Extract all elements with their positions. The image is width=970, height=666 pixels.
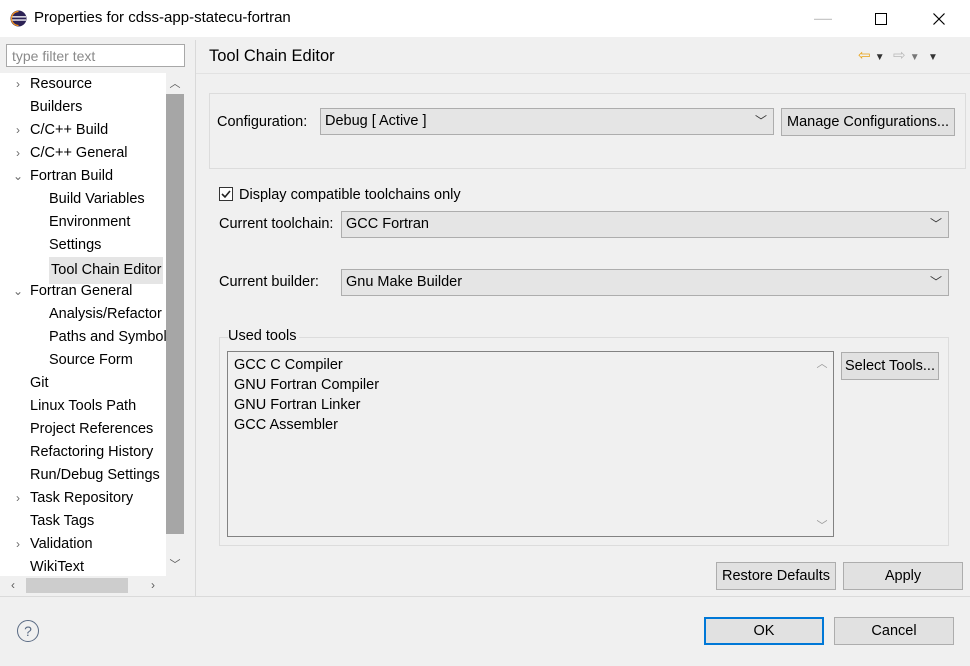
tree-item-label: Project References	[30, 421, 154, 437]
chevron-down-icon: ﹀	[929, 275, 942, 289]
forward-arrow-icon[interactable]: ⇨	[893, 47, 906, 64]
eclipse-app-icon	[10, 10, 27, 27]
close-icon	[933, 12, 945, 25]
chevron-down-icon[interactable]: ⌄	[12, 280, 24, 303]
tree-item-label: Fortran General	[30, 283, 133, 299]
tree-item-label: Task Repository	[30, 490, 134, 506]
tree-item-label: Source Form	[49, 352, 133, 368]
tree-item-label: WikiText	[30, 559, 84, 575]
scroll-down-icon[interactable]: ﹀	[814, 517, 830, 533]
restore-defaults-button[interactable]: Restore Defaults	[716, 562, 836, 590]
back-arrow-icon[interactable]: ⇦	[858, 47, 871, 64]
list-item[interactable]: GCC C Compiler	[234, 355, 343, 375]
builder-select[interactable]: Gnu Make Builder ﹀	[341, 269, 949, 296]
minimize-button[interactable]: —	[794, 0, 852, 37]
chevron-down-icon[interactable]: ⌄	[12, 165, 24, 188]
maximize-icon	[875, 12, 887, 25]
tree-item-label: C/C++ General	[30, 145, 128, 161]
compatible-toolchains-label[interactable]: Display compatible toolchains only	[239, 187, 461, 203]
chevron-right-icon[interactable]: ›	[12, 119, 24, 142]
ok-button[interactable]: OK	[704, 617, 824, 645]
used-tools-list[interactable]: GCC C Compiler GNU Fortran Compiler GNU …	[227, 351, 834, 537]
filter-input[interactable]	[6, 44, 185, 67]
scroll-down-icon[interactable]: ﹀	[166, 556, 184, 574]
toolchain-select[interactable]: GCC Fortran ﹀	[341, 211, 949, 238]
chevron-right-icon[interactable]: ›	[12, 487, 24, 510]
tree-item-label: Validation	[30, 536, 93, 552]
chevron-down-icon: ﹀	[929, 217, 942, 231]
tree-item-label: Environment	[49, 214, 131, 230]
window-title: Properties for cdss-app-statecu-fortran	[34, 9, 291, 26]
forward-menu-icon[interactable]: ▼	[910, 52, 920, 63]
tree-item-label: Git	[30, 375, 49, 391]
pane-divider[interactable]	[195, 40, 196, 596]
tree-scroll-thumb[interactable]	[166, 94, 184, 534]
cancel-button[interactable]: Cancel	[834, 617, 954, 645]
chevron-right-icon[interactable]: ›	[12, 142, 24, 165]
footer-divider	[0, 596, 970, 597]
configuration-value: Debug [ Active ]	[325, 113, 427, 129]
property-tree: › Resource Builders › C/C++ Build › C/C++ Gene…	[0, 73, 166, 576]
history-navigation: ⇦ ▼ ⇨ ▼ ▼	[858, 46, 938, 64]
builder-label: Current builder:	[219, 274, 319, 290]
tree-item-label: Analysis/Refactor	[49, 306, 162, 322]
manage-configurations-button[interactable]: Manage Configurations...	[781, 108, 955, 136]
header-divider	[196, 73, 970, 74]
toolchain-value: GCC Fortran	[346, 216, 429, 232]
tree-item-label: Builders	[30, 99, 83, 115]
tree-item-label: Task Tags	[30, 513, 95, 529]
tree-item-label: Build Variables	[49, 191, 145, 207]
toolchain-label: Current toolchain:	[219, 216, 334, 232]
back-menu-icon[interactable]: ▼	[875, 52, 885, 63]
compatible-toolchains-checkbox[interactable]	[219, 187, 233, 201]
maximize-button[interactable]	[852, 0, 910, 37]
chevron-down-icon: ﹀	[754, 114, 767, 128]
configuration-label: Configuration:	[217, 114, 308, 130]
scroll-left-icon[interactable]: ‹	[4, 576, 22, 594]
scroll-right-icon[interactable]: ›	[144, 576, 162, 594]
page-title: Tool Chain Editor	[209, 47, 335, 65]
builder-value: Gnu Make Builder	[346, 274, 463, 290]
configuration-select[interactable]: Debug [ Active ] ﹀	[320, 108, 774, 135]
minimize-icon: —	[814, 8, 832, 28]
list-item[interactable]: GCC Assembler	[234, 415, 338, 435]
select-tools-button[interactable]: Select Tools...	[841, 352, 939, 380]
tree-item-label: Resource	[30, 76, 93, 92]
tree-item-label: Paths and Symbol	[49, 329, 166, 345]
close-button[interactable]	[910, 0, 968, 37]
tree-item-label: Refactoring History	[30, 444, 154, 460]
used-tools-title: Used tools	[228, 328, 299, 344]
list-item[interactable]: GNU Fortran Compiler	[234, 375, 379, 395]
tree-hscroll-thumb[interactable]	[26, 578, 128, 593]
tree-item-label: Fortran Build	[30, 168, 114, 184]
view-menu-icon[interactable]: ▼	[928, 52, 938, 63]
scroll-up-icon[interactable]: ︿	[166, 75, 184, 93]
apply-button[interactable]: Apply	[843, 562, 963, 590]
tree-item-label: Settings	[49, 237, 102, 253]
chevron-right-icon[interactable]: ›	[12, 533, 24, 556]
tree-item-label: Run/Debug Settings	[30, 467, 160, 483]
help-icon[interactable]: ?	[17, 620, 39, 642]
list-item[interactable]: GNU Fortran Linker	[234, 395, 361, 415]
scroll-up-icon[interactable]: ︿	[814, 355, 830, 371]
tree-item-label: Linux Tools Path	[30, 398, 137, 414]
checkmark-icon	[221, 190, 231, 199]
chevron-right-icon[interactable]: ›	[12, 73, 24, 96]
tree-item-label: C/C++ Build	[30, 122, 109, 138]
